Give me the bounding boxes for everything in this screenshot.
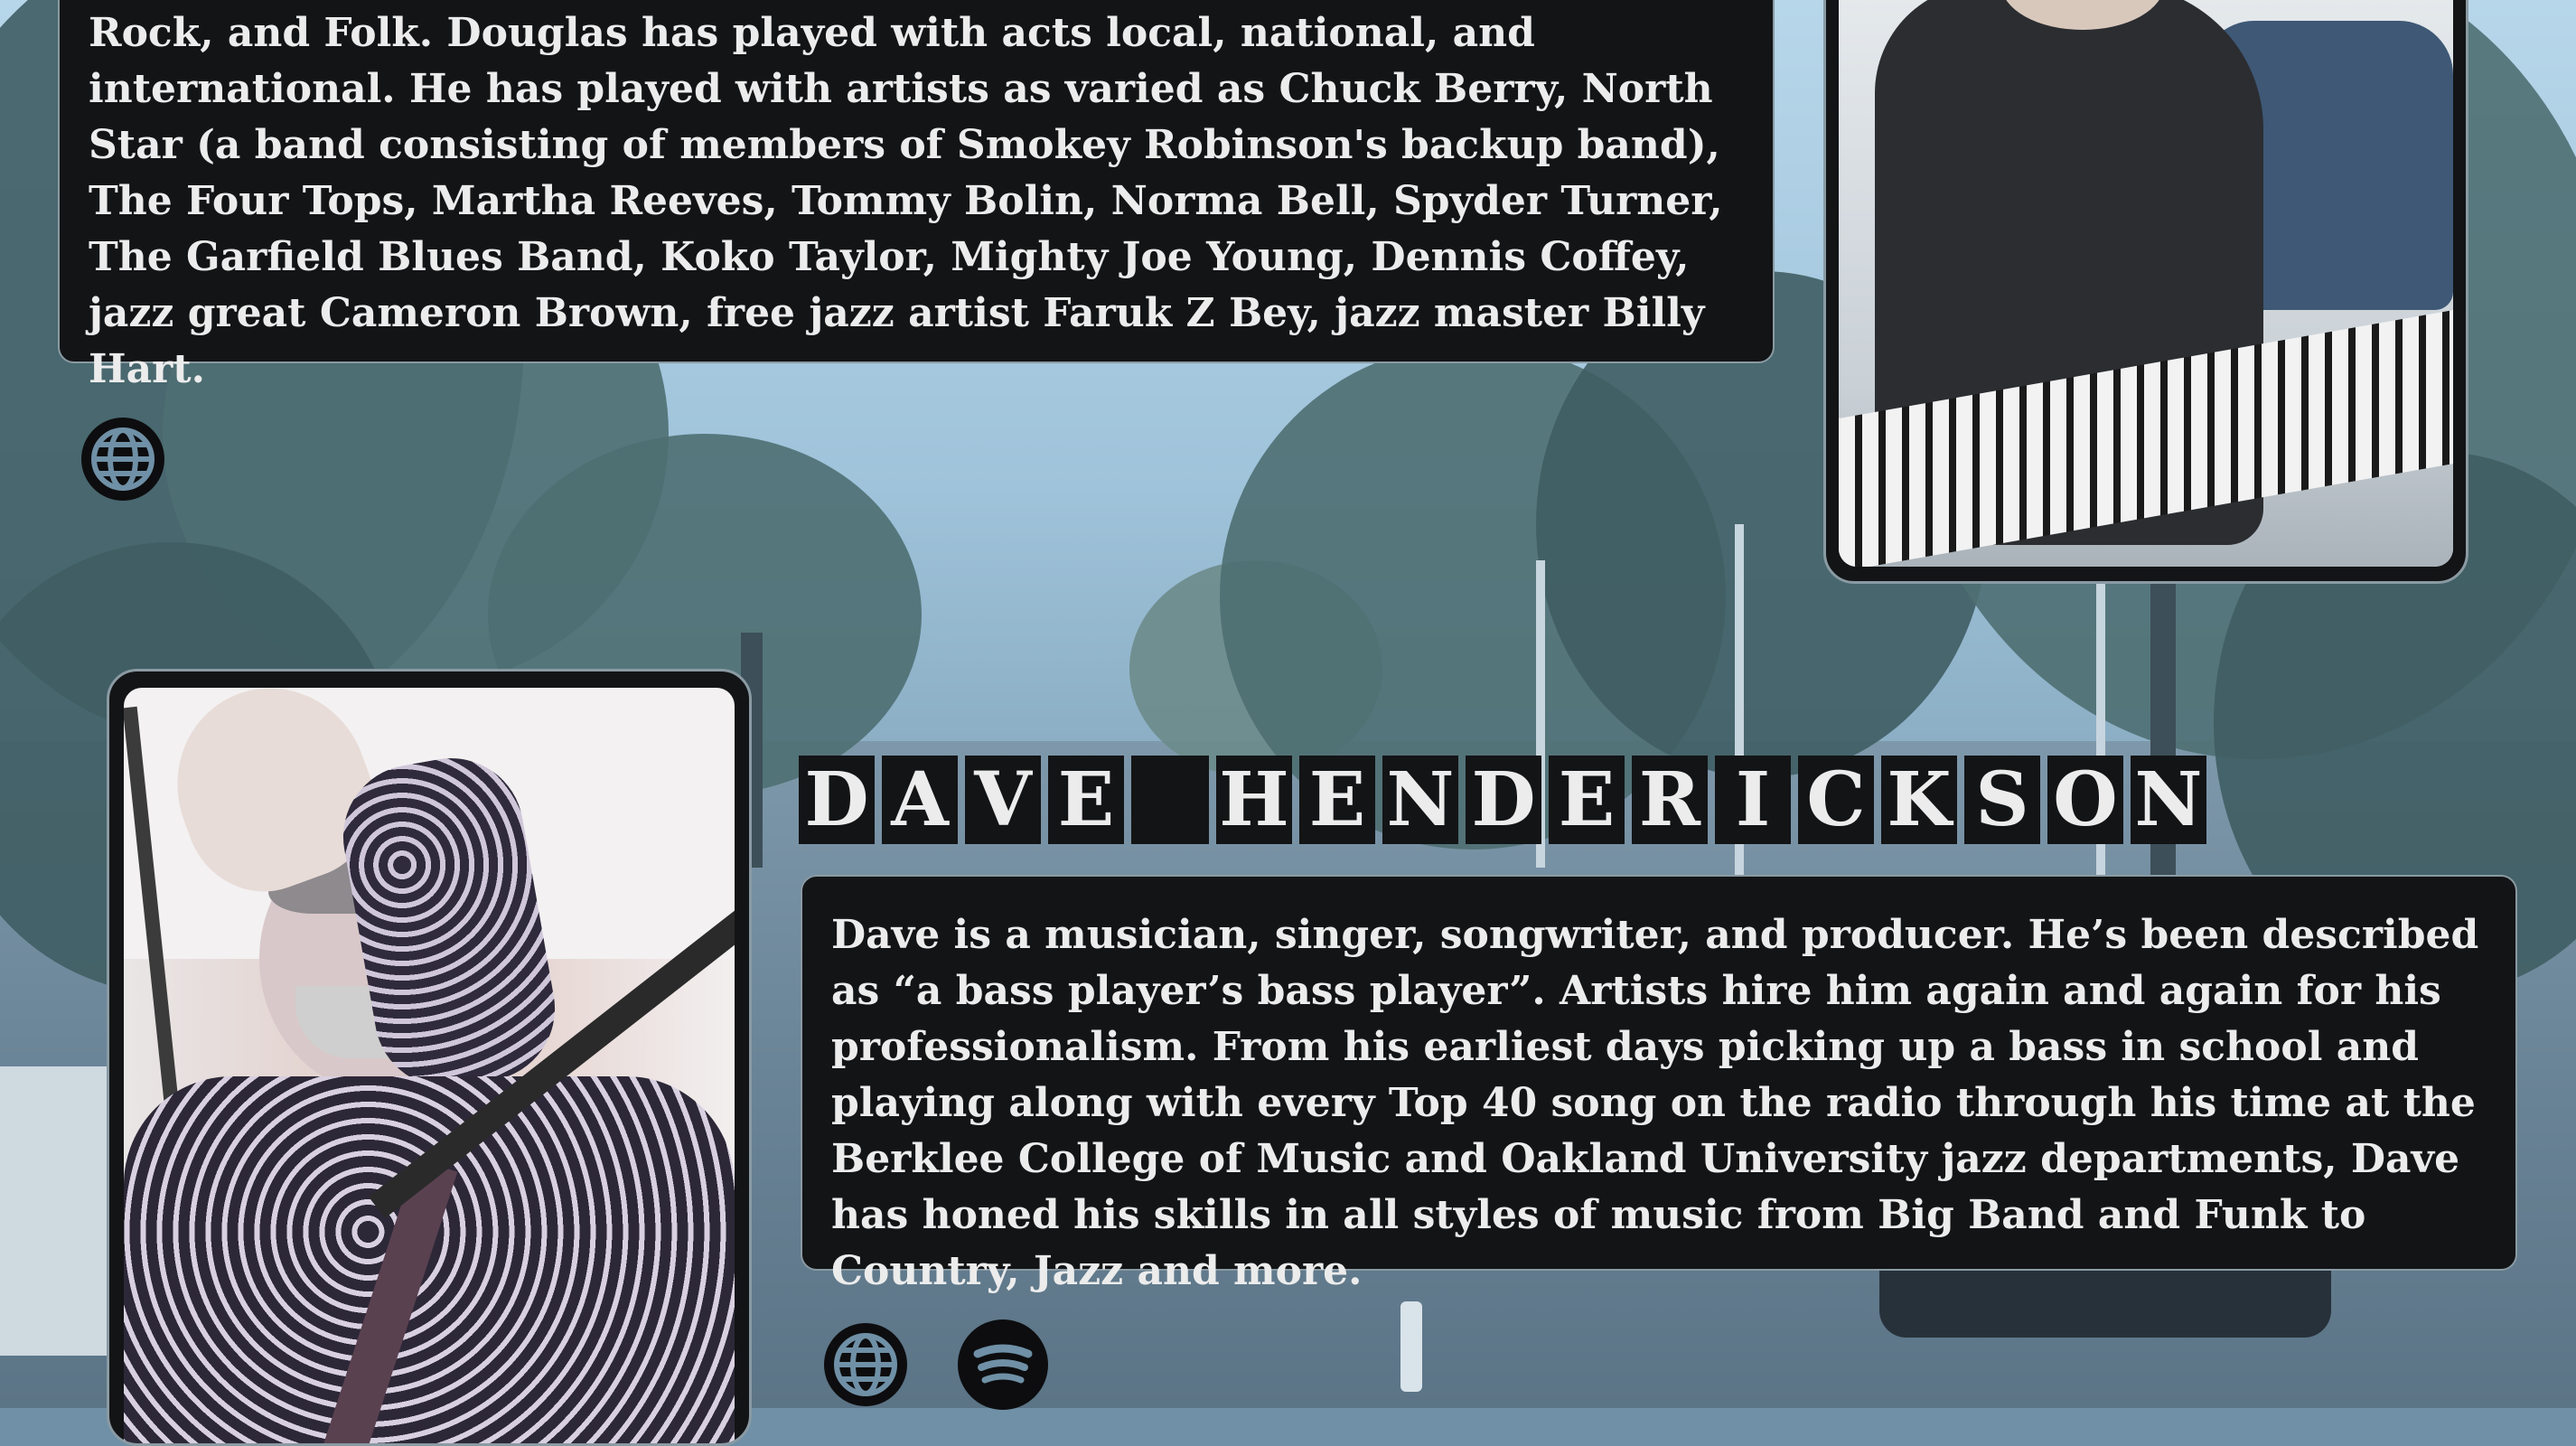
musician-2-website-link[interactable]: [824, 1323, 907, 1406]
name-letter: N: [2131, 756, 2206, 844]
musician-1-website-link[interactable]: [81, 418, 164, 501]
name-letter: H: [1216, 756, 1292, 844]
name-letter: E: [1048, 756, 1124, 844]
name-letter: V: [965, 756, 1041, 844]
musician-2-bio-card: Dave is a musician, singer, songwriter, …: [801, 875, 2517, 1294]
name-letter: I: [1715, 756, 1791, 844]
spotify-icon: [965, 1327, 1041, 1403]
globe-icon: [829, 1329, 902, 1401]
globe-icon: [87, 423, 159, 495]
name-letter: A: [882, 756, 958, 844]
name-letter: C: [1798, 756, 1874, 844]
name-letter: E: [1299, 756, 1375, 844]
name-letter: [1131, 756, 1209, 844]
name-letter: E: [1549, 756, 1625, 844]
musician-1-bio-card: Rock, and Folk. Douglas has played with …: [58, 0, 1775, 392]
musician-1-photo: [1823, 0, 2468, 584]
name-letter: R: [1632, 756, 1708, 844]
name-letter: K: [1881, 756, 1957, 844]
musician-2-bio: Dave is a musician, singer, songwriter, …: [831, 912, 2479, 1294]
name-letter: N: [1382, 756, 1458, 844]
name-letter: D: [799, 756, 875, 844]
musician-2-spotify-link[interactable]: [958, 1319, 1048, 1410]
musician-2-photo: [107, 669, 752, 1446]
name-letter: S: [1964, 756, 2040, 844]
musician-2-name: DAVE HENDERICKSON: [799, 756, 2206, 844]
name-letter: O: [2047, 756, 2123, 844]
name-letter: D: [1466, 756, 1541, 844]
musician-1-bio: Rock, and Folk. Douglas has played with …: [89, 10, 1723, 392]
